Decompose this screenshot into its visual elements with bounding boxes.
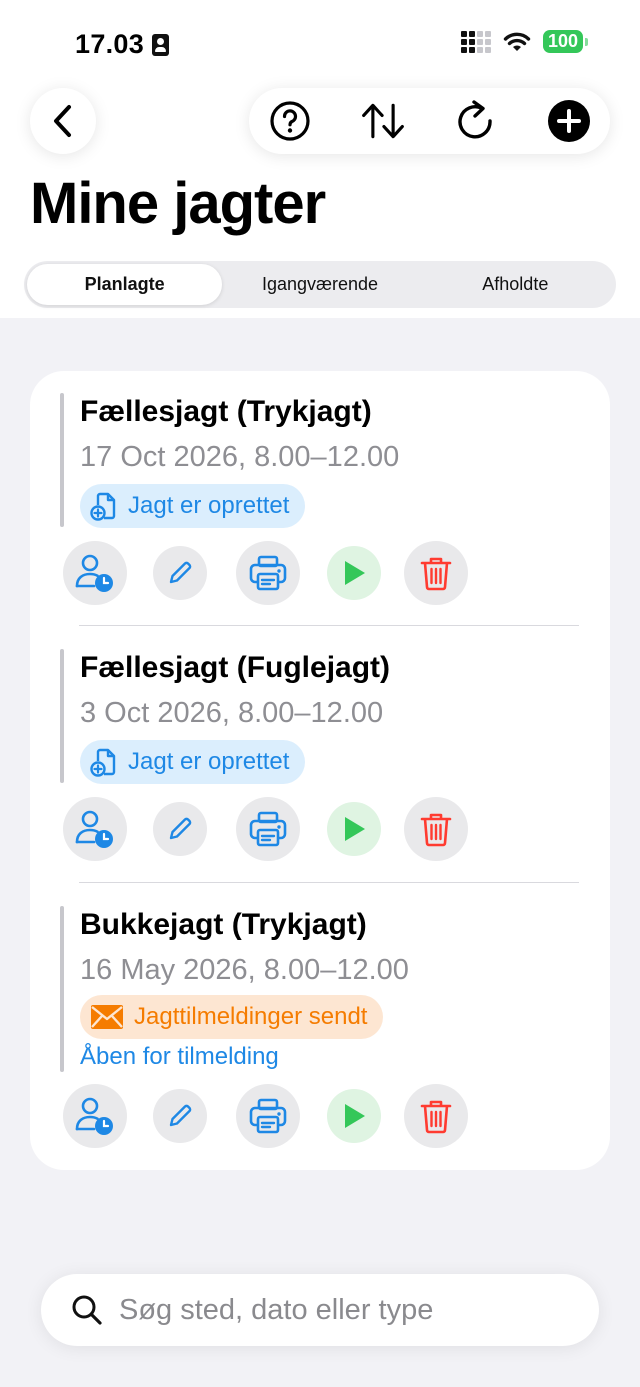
hunt-title[interactable]: Fællesjagt (Fuglejagt) [80, 651, 390, 685]
hunt-status-text: Jagttilmeldinger sendt [134, 1003, 368, 1030]
hunts-list-card: Fællesjagt (Trykjagt) 17 Oct 2026, 8.00–… [30, 371, 610, 1170]
sort-button[interactable] [360, 98, 406, 144]
hunt-status-badge: Jagttilmeldinger sendt [80, 995, 384, 1039]
add-icon [548, 100, 590, 142]
start-hunt-button[interactable] [327, 802, 381, 856]
open-registration-link[interactable]: Åben for tilmelding [80, 1043, 279, 1071]
battery-level: 100 [542, 30, 583, 53]
delete-button[interactable] [404, 1084, 468, 1148]
tab-igangvaerende[interactable]: Igangværende [222, 264, 417, 305]
battery-indicator: 100 [542, 30, 588, 53]
hunt-accent-bar [60, 649, 64, 783]
printer-icon [249, 1098, 287, 1134]
wifi-icon [503, 32, 531, 51]
hunt-divider [79, 625, 579, 626]
printer-icon [249, 555, 287, 591]
document-add-icon [90, 492, 116, 521]
hunt-status-badge: Jagt er oprettet [80, 740, 306, 784]
hunt-actions [30, 541, 610, 605]
toolbar-actions [249, 88, 610, 154]
play-icon [345, 817, 365, 841]
hunt-date: 17 Oct 2026, 8.00–12.00 [80, 441, 400, 473]
hunt-date: 16 May 2026, 8.00–12.00 [80, 954, 409, 986]
cellular-signal-icon [460, 30, 491, 53]
hunt-filter-tabs: Planlagte Igangværende Afholdte [24, 261, 616, 308]
hunt-date: 3 Oct 2026, 8.00–12.00 [80, 697, 384, 729]
hunt-status-text: Jagt er oprettet [128, 492, 290, 519]
status-time: 17.03 [75, 29, 170, 60]
person-clock-icon [75, 1097, 113, 1135]
back-button[interactable] [30, 88, 96, 154]
document-add-icon [90, 748, 116, 777]
hunt-title[interactable]: Fællesjagt (Trykjagt) [80, 395, 372, 429]
participants-button[interactable] [63, 1084, 127, 1148]
pencil-icon [169, 1104, 192, 1127]
envelope-icon [91, 1005, 123, 1029]
search-input[interactable] [119, 1293, 559, 1327]
trash-icon [420, 557, 452, 591]
print-button[interactable] [236, 541, 300, 605]
back-chevron-icon [54, 105, 71, 137]
printer-icon [249, 811, 287, 847]
refresh-icon [458, 100, 492, 139]
sort-icon [362, 103, 404, 139]
hunt-title[interactable]: Bukkejagt (Trykjagt) [80, 908, 367, 942]
trash-icon [420, 1100, 452, 1134]
page-title: Mine jagter [30, 171, 326, 236]
person-clock-icon [75, 810, 113, 848]
play-icon [345, 1104, 365, 1128]
edit-button[interactable] [153, 546, 207, 600]
help-button[interactable] [267, 98, 313, 144]
hunt-accent-bar [60, 906, 64, 1072]
status-time-text: 17.03 [75, 29, 145, 59]
start-hunt-button[interactable] [327, 1089, 381, 1143]
battery-tip [585, 37, 588, 46]
refresh-button[interactable] [453, 98, 499, 144]
participants-button[interactable] [63, 797, 127, 861]
hunt-divider [79, 882, 579, 883]
hunt-status-text: Jagt er oprettet [128, 748, 290, 775]
hunt-accent-bar [60, 393, 64, 527]
participants-button[interactable] [63, 541, 127, 605]
add-button[interactable] [546, 98, 592, 144]
help-icon [270, 101, 310, 141]
pencil-icon [169, 817, 192, 840]
header-area: 17.03 100 Mine jagter Planlagte Igangvær… [0, 0, 640, 318]
edit-button[interactable] [153, 1089, 207, 1143]
pencil-icon [169, 561, 192, 584]
hunt-status-badge: Jagt er oprettet [80, 484, 306, 528]
edit-button[interactable] [153, 802, 207, 856]
delete-button[interactable] [404, 541, 468, 605]
person-clock-icon [75, 554, 113, 592]
status-indicators: 100 [460, 30, 588, 53]
print-button[interactable] [236, 797, 300, 861]
start-hunt-button[interactable] [327, 546, 381, 600]
tab-afholdte[interactable]: Afholdte [418, 264, 613, 305]
play-icon [345, 561, 365, 585]
id-card-icon [152, 33, 170, 56]
tab-planlagte[interactable]: Planlagte [27, 264, 223, 305]
trash-icon [420, 813, 452, 847]
print-button[interactable] [236, 1084, 300, 1148]
search-bar [41, 1274, 599, 1346]
hunt-actions [30, 1084, 610, 1148]
search-icon [72, 1295, 102, 1325]
delete-button[interactable] [404, 797, 468, 861]
hunt-actions [30, 797, 610, 861]
